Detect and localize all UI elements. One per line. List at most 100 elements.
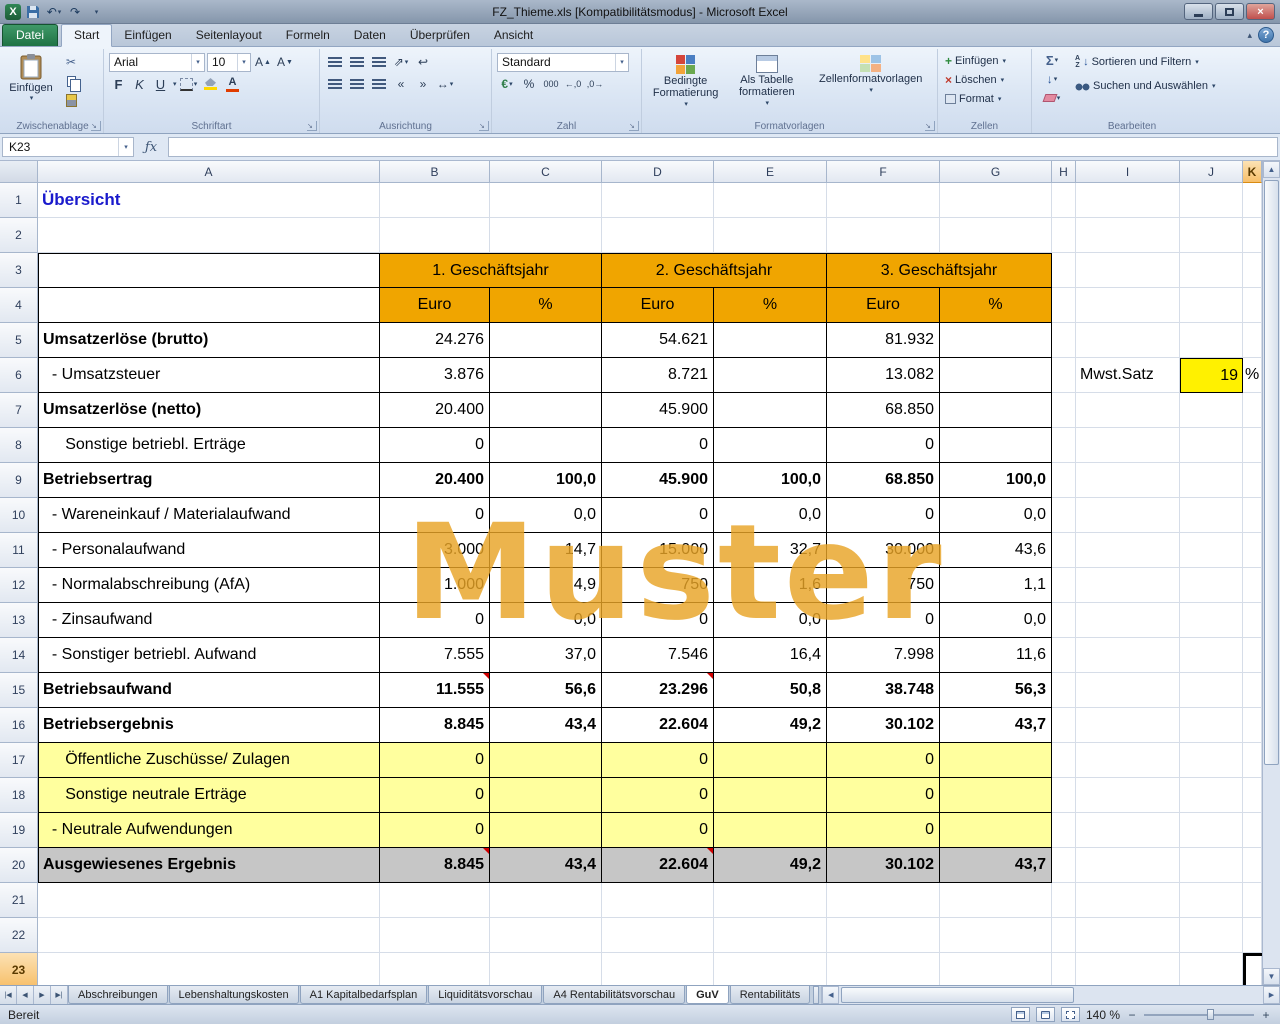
cell-k10[interactable] <box>1243 498 1262 533</box>
zoom-slider[interactable] <box>1144 1007 1254 1022</box>
tab-seitenlayout[interactable]: Seitenlayout <box>184 25 274 46</box>
column-header-h[interactable]: H <box>1052 161 1076 183</box>
conditional-formatting-button[interactable]: Bedingte Formatierung ▾ <box>647 51 724 118</box>
increase-font-button[interactable]: A▲ <box>253 52 273 72</box>
cell-j14[interactable] <box>1180 638 1243 673</box>
sheet-tab-liquiditätsvorschau[interactable]: Liquiditätsvorschau <box>428 986 542 1004</box>
cell-d5[interactable]: 54.621 <box>602 323 714 358</box>
cell-h9[interactable] <box>1052 463 1076 498</box>
cell-d11[interactable]: 15.000 <box>602 533 714 568</box>
cell-g20[interactable]: 43,7 <box>940 848 1052 883</box>
row-header-11[interactable]: 11 <box>0 533 38 568</box>
cell-f20[interactable]: 30.102 <box>827 848 940 883</box>
cell-k15[interactable] <box>1243 673 1262 708</box>
cell-h2[interactable] <box>1052 218 1076 253</box>
row-header-14[interactable]: 14 <box>0 638 38 673</box>
align-bottom-button[interactable] <box>369 52 389 72</box>
row-header-2[interactable]: 2 <box>0 218 38 253</box>
cell-h16[interactable] <box>1052 708 1076 743</box>
cell-f23[interactable] <box>827 953 940 985</box>
row-header-1[interactable]: 1 <box>0 183 38 218</box>
cell-g22[interactable] <box>940 918 1052 953</box>
row-header-16[interactable]: 16 <box>0 708 38 743</box>
formula-input[interactable] <box>168 137 1278 157</box>
cell-e14[interactable]: 16,4 <box>714 638 827 673</box>
scroll-right-button[interactable]: ▶ <box>1263 986 1280 1004</box>
close-button[interactable]: × <box>1246 3 1275 20</box>
cell-k5[interactable] <box>1243 323 1262 358</box>
cell-h8[interactable] <box>1052 428 1076 463</box>
cell-a10[interactable]: - Wareneinkauf / Materialaufwand <box>38 498 380 533</box>
sheet-tab-a1-kapitalbedarfsplan[interactable]: A1 Kapitalbedarfsplan <box>300 986 428 1004</box>
insert-function-button[interactable]: ƒx <box>137 137 165 157</box>
cell-i5[interactable] <box>1076 323 1180 358</box>
sub-header-5[interactable]: Euro <box>827 288 940 323</box>
font-dialog-launcher[interactable]: ↘ <box>307 121 317 131</box>
cut-button[interactable]: ✂ <box>59 53 83 71</box>
vertical-scroll-track[interactable] <box>1263 178 1280 968</box>
next-sheet-button[interactable]: ▶ <box>34 986 51 1004</box>
cell-c7[interactable] <box>490 393 602 428</box>
insert-cells-button[interactable]: + Einfügen ▾ <box>943 51 1026 70</box>
decrease-decimal-button[interactable]: ,0→ <box>585 74 605 94</box>
row-header-19[interactable]: 19 <box>0 813 38 848</box>
row-header-10[interactable]: 10 <box>0 498 38 533</box>
tab-einfügen[interactable]: Einfügen <box>112 25 183 46</box>
cell-f10[interactable]: 0 <box>827 498 940 533</box>
cell-g23[interactable] <box>940 953 1052 985</box>
cell-d6[interactable]: 8.721 <box>602 358 714 393</box>
cell-h17[interactable] <box>1052 743 1076 778</box>
last-sheet-button[interactable]: ▶| <box>51 986 68 1004</box>
cell-i7[interactable] <box>1076 393 1180 428</box>
zoom-level-label[interactable]: 140 % <box>1086 1008 1120 1022</box>
undo-button[interactable]: ↶▾ <box>45 3 63 21</box>
row-header-6[interactable]: 6 <box>0 358 38 393</box>
cell-e17[interactable] <box>714 743 827 778</box>
cell-e6[interactable] <box>714 358 827 393</box>
align-left-button[interactable] <box>325 74 345 94</box>
cell-g5[interactable] <box>940 323 1052 358</box>
cell-k14[interactable] <box>1243 638 1262 673</box>
cell-a13[interactable]: - Zinsaufwand <box>38 603 380 638</box>
number-format-combo[interactable]: Standard ▾ <box>497 53 629 72</box>
cell-b14[interactable]: 7.555 <box>380 638 490 673</box>
align-top-button[interactable] <box>325 52 345 72</box>
cell-a3[interactable] <box>38 253 380 288</box>
cell-i23[interactable] <box>1076 953 1180 985</box>
cell-g2[interactable] <box>940 218 1052 253</box>
cell-d2[interactable] <box>602 218 714 253</box>
tab-datei[interactable]: Datei <box>2 24 58 46</box>
row-header-8[interactable]: 8 <box>0 428 38 463</box>
cell-i21[interactable] <box>1076 883 1180 918</box>
cell-j20[interactable] <box>1180 848 1243 883</box>
merge-center-button[interactable]: ↔▾ <box>435 74 455 94</box>
tab-daten[interactable]: Daten <box>342 25 398 46</box>
normal-view-button[interactable] <box>1011 1007 1030 1022</box>
autosum-button[interactable]: Σ▾ <box>1037 51 1067 69</box>
row-header-5[interactable]: 5 <box>0 323 38 358</box>
cell-k19[interactable] <box>1243 813 1262 848</box>
cell-d9[interactable]: 45.900 <box>602 463 714 498</box>
cell-k9[interactable] <box>1243 463 1262 498</box>
column-header-f[interactable]: F <box>827 161 940 183</box>
scroll-up-button[interactable]: ▲ <box>1263 161 1280 178</box>
cell-i12[interactable] <box>1076 568 1180 603</box>
cell-d18[interactable]: 0 <box>602 778 714 813</box>
first-sheet-button[interactable]: |◀ <box>0 986 17 1004</box>
cell-h7[interactable] <box>1052 393 1076 428</box>
column-header-i[interactable]: I <box>1076 161 1180 183</box>
name-box[interactable]: K23 ▾ <box>2 137 134 157</box>
cell-h14[interactable] <box>1052 638 1076 673</box>
cell-i19[interactable] <box>1076 813 1180 848</box>
cell-i15[interactable] <box>1076 673 1180 708</box>
sheet-tab-lebenshaltungskosten[interactable]: Lebenshaltungskosten <box>169 986 299 1004</box>
cell-d12[interactable]: 750 <box>602 568 714 603</box>
decrease-indent-button[interactable]: « <box>391 74 411 94</box>
cell-a2[interactable] <box>38 218 380 253</box>
cell-h23[interactable] <box>1052 953 1076 985</box>
cell-g14[interactable]: 11,6 <box>940 638 1052 673</box>
cell-b7[interactable]: 20.400 <box>380 393 490 428</box>
cell-k8[interactable] <box>1243 428 1262 463</box>
cell-f13[interactable]: 0 <box>827 603 940 638</box>
cell-d19[interactable]: 0 <box>602 813 714 848</box>
